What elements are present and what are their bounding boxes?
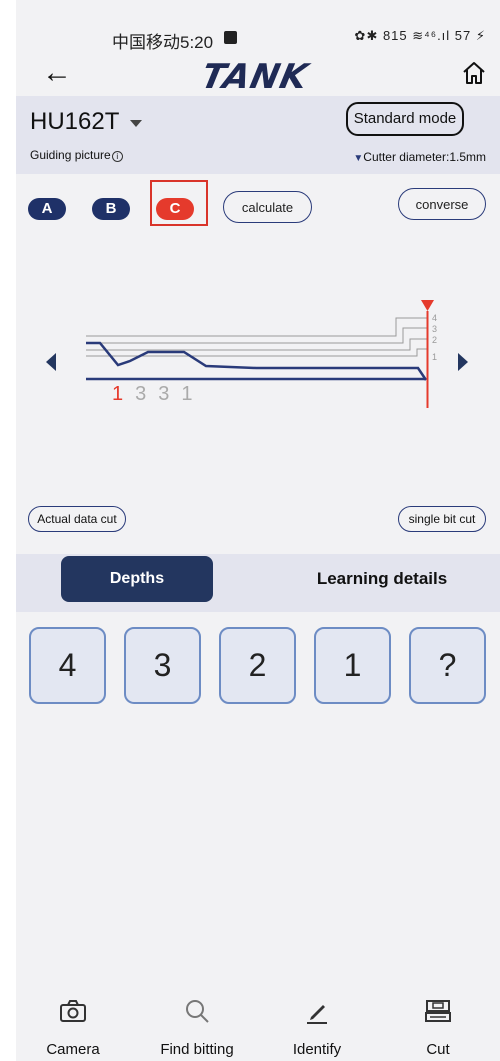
camera-icon [60, 1000, 86, 1022]
level-label: 2 [432, 335, 437, 345]
tab-bar: Depths Learning details [16, 554, 500, 612]
triangle-down-icon: ▼ [353, 153, 364, 164]
key-profile [86, 341, 428, 381]
nav-identify[interactable]: Identify [262, 995, 372, 1058]
chevron-down-icon[interactable] [130, 120, 142, 127]
depth-key-2[interactable]: 2 [219, 627, 296, 704]
carrier-time: 中国移动5:20 [112, 33, 214, 52]
next-arrow-icon[interactable] [458, 353, 468, 371]
nav-cut-label: Cut [426, 1041, 450, 1058]
nav-find-bitting[interactable]: Find bitting [142, 995, 252, 1058]
track-c-button[interactable]: C [156, 198, 194, 220]
bitting-code: 1331 [112, 383, 205, 406]
track-a-button[interactable]: A [28, 198, 66, 220]
nav-camera-label: Camera [46, 1041, 100, 1058]
calculate-button[interactable]: calculate [223, 191, 312, 223]
level-label: 1 [432, 352, 437, 362]
status-indicators: ✿✱ 815 ≋⁴⁶.ıl 57 ⚡ [354, 28, 486, 43]
key-model-select[interactable]: HU162T [30, 108, 119, 136]
single-bit-cut-button[interactable]: single bit cut [398, 506, 486, 532]
level-label: 4 [432, 313, 437, 323]
nav-cut[interactable]: Cut [383, 995, 493, 1058]
depth-level-labels: 4 3 2 1 [432, 313, 437, 362]
marker-triangle [421, 300, 434, 311]
top-nav: ← TANK [16, 55, 500, 97]
nav-identify-label: Identify [292, 1041, 342, 1058]
level-label: 3 [432, 324, 437, 334]
actual-data-cut-button[interactable]: Actual data cut [28, 506, 126, 532]
depth-key-1[interactable]: 1 [314, 627, 391, 704]
prev-arrow-icon[interactable] [46, 353, 56, 371]
cutter-diameter[interactable]: ▼Cutter diameter:1.5mm [353, 150, 486, 164]
converse-button[interactable]: converse [398, 188, 486, 220]
depth-guides [86, 317, 428, 357]
key-machine-icon [425, 1000, 451, 1022]
guiding-picture-link[interactable]: Guiding picture i [30, 148, 123, 162]
screen-edge [0, 0, 16, 1061]
tab-learning-details[interactable]: Learning details [282, 556, 482, 602]
pencil-icon [307, 1005, 327, 1024]
cutter-diameter-label: Cutter diameter:1.5mm [363, 150, 486, 164]
bottom-nav: Camera Find bitting Identify Cut [16, 995, 500, 1061]
home-icon[interactable] [460, 59, 488, 87]
tab-depths[interactable]: Depths [61, 556, 213, 602]
info-icon[interactable]: i [111, 151, 123, 162]
guiding-picture-label: Guiding picture [30, 148, 111, 162]
depth-key-4[interactable]: 4 [29, 627, 106, 704]
depth-key-3[interactable]: 3 [124, 627, 201, 704]
nav-find-bitting-label: Find bitting [160, 1041, 234, 1058]
search-icon [186, 1000, 209, 1023]
notification-icon [224, 31, 237, 44]
track-b-button[interactable]: B [92, 198, 130, 220]
bitting-digit: 3 [158, 383, 182, 405]
bitting-digit-active: 1 [112, 383, 136, 405]
key-header: HU162T Standard mode Guiding picture i ▼C… [16, 96, 500, 174]
bitting-digit: 1 [181, 383, 205, 405]
back-arrow-icon[interactable]: ← [42, 58, 72, 88]
key-profile-diagram: 4 3 2 1 [46, 300, 468, 408]
bitting-digit: 3 [135, 383, 159, 405]
brand-logo: TANK [197, 57, 312, 97]
nav-camera[interactable]: Camera [18, 995, 128, 1058]
depth-key-unknown[interactable]: ? [409, 627, 486, 704]
standard-mode-button[interactable]: Standard mode [346, 102, 464, 136]
app-screen: 中国移动5:20 ✿✱ 815 ≋⁴⁶.ıl 57 ⚡ ← TANK HU162… [16, 0, 500, 1061]
